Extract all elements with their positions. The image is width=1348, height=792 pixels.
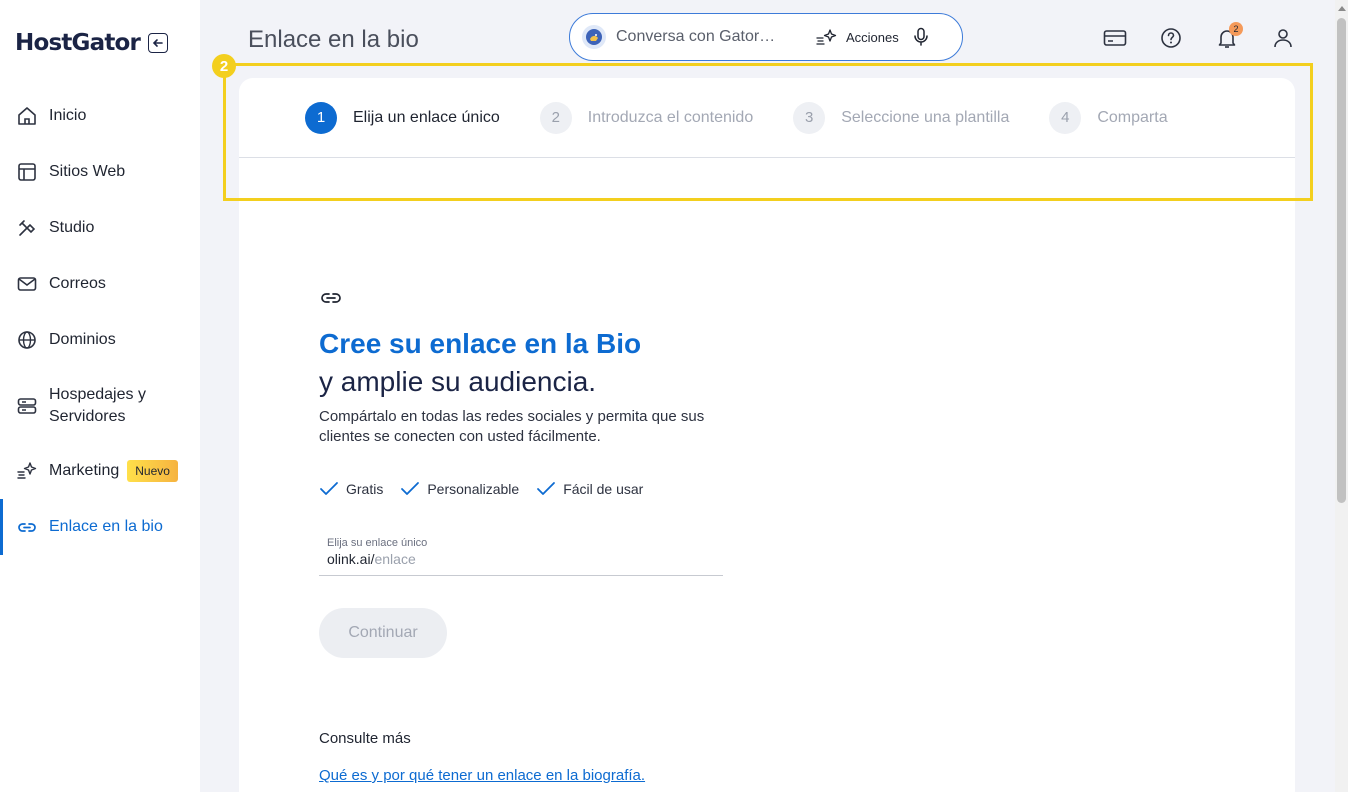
hostgator-logo[interactable]: HostGator (15, 30, 141, 56)
assistant-search-bar[interactable]: Conversa con Gator… Acciones (569, 13, 963, 61)
unique-link-input[interactable]: olink.ai/enlace (327, 551, 723, 567)
more-info-link[interactable]: Qué es y por qué tener un enlace en la b… (319, 767, 749, 784)
billing-card-icon[interactable] (1103, 26, 1127, 50)
sidebar-item-label: Correos (49, 275, 106, 292)
sparkle-icon (816, 29, 837, 45)
link-prefix: olink.ai/ (327, 551, 375, 567)
feature-label: Personalizable (427, 481, 520, 497)
page-scrollbar[interactable] (1335, 0, 1348, 792)
globe-icon (16, 329, 38, 351)
scroll-thumb[interactable] (1337, 18, 1346, 503)
check-icon (401, 482, 420, 495)
more-info-title: Consulte más (319, 730, 411, 747)
server-icon (16, 395, 38, 417)
step-label: Elija un enlace único (353, 108, 500, 126)
unique-link-field[interactable]: Elija su enlace único olink.ai/enlace (319, 537, 723, 576)
sidebar-item-label: Inicio (49, 107, 87, 124)
logo-row: HostGator (15, 28, 169, 58)
mail-icon (16, 273, 38, 295)
notification-count-badge: 2 (1229, 22, 1243, 36)
home-icon (16, 105, 38, 127)
step-label: Comparta (1097, 108, 1168, 126)
step-2[interactable]: 2 Introduzca el contenido (539, 101, 754, 134)
main-content: Cree su enlace en la Bio y amplie su aud… (319, 290, 749, 784)
microphone-icon[interactable] (913, 27, 929, 47)
link-icon (16, 516, 38, 538)
highlight-number-badge: 2 (212, 54, 236, 78)
step-number: 2 (539, 101, 572, 134)
sidebar-item-label: Dominios (49, 331, 116, 348)
sidebar-item-dominios[interactable]: Dominios (0, 312, 200, 368)
sidebar: HostGator Inicio Sitios Web Studio Corre… (0, 0, 200, 792)
studio-icon (16, 217, 38, 239)
step-label: Introduzca el contenido (587, 108, 754, 126)
sidebar-item-label: Studio (49, 219, 95, 236)
step-label: Seleccione una plantilla (841, 108, 1010, 126)
sidebar-item-marketing[interactable]: Marketing Nuevo (0, 443, 200, 499)
link-placeholder: enlace (374, 551, 416, 567)
sidebar-item-label: Marketing (49, 462, 120, 479)
features-list: Gratis Personalizable Fácil de usar (319, 481, 749, 497)
actions-button[interactable]: Acciones (816, 28, 899, 46)
gator-avatar-icon (582, 25, 606, 49)
step-3[interactable]: 3 Seleccione una plantilla (793, 101, 1010, 134)
field-label: Elija su enlace único (327, 537, 428, 549)
sidebar-item-hospedajes[interactable]: Hospedajes y Servidores (0, 368, 200, 443)
stepper: 1 Elija un enlace único 2 Introduzca el … (239, 78, 1295, 158)
feature-label: Gratis (346, 481, 384, 497)
step-4[interactable]: 4 Comparta (1049, 101, 1168, 134)
headline-accent: Cree su enlace en la Bio (319, 328, 642, 359)
sidebar-item-sitios-web[interactable]: Sitios Web (0, 144, 200, 200)
continue-button[interactable]: Continuar (319, 608, 447, 658)
notifications-bell-icon[interactable]: 2 (1215, 22, 1243, 50)
help-icon[interactable] (1159, 26, 1183, 50)
feature-item: Gratis (319, 481, 383, 497)
sidebar-item-label: Hospedajes y Servidores (49, 385, 146, 425)
headline: y amplie su audiencia. (319, 366, 597, 397)
sidebar-item-enlace-bio[interactable]: Enlace en la bio (0, 499, 200, 555)
sidebar-item-studio[interactable]: Studio (0, 200, 200, 256)
check-icon (320, 482, 338, 495)
description: Compártalo en todas las redes sociales y… (319, 408, 705, 445)
step-number: 1 (305, 101, 337, 134)
feature-label: Fácil de usar (563, 481, 644, 497)
scroll-up-arrow-icon[interactable] (1338, 6, 1346, 11)
feature-item: Fácil de usar (536, 481, 643, 497)
check-icon (537, 482, 556, 495)
user-account-icon[interactable] (1271, 26, 1295, 50)
assistant-input[interactable]: Conversa con Gator… (616, 28, 798, 46)
page-title: Enlace en la bio (248, 26, 419, 53)
step-number: 3 (793, 101, 826, 134)
link-icon (319, 290, 749, 311)
sidebar-item-label: Enlace en la bio (49, 518, 163, 535)
feature-item: Personalizable (400, 481, 519, 497)
header-icons: 2 (1103, 22, 1327, 50)
step-number: 4 (1049, 101, 1082, 134)
sidebar-item-inicio[interactable]: Inicio (0, 88, 200, 144)
step-1[interactable]: 1 Elija un enlace único (305, 101, 500, 134)
new-badge: Nuevo (127, 460, 178, 482)
collapse-sidebar-icon[interactable] (148, 33, 169, 53)
layout-icon (16, 161, 38, 183)
sidebar-item-correos[interactable]: Correos (0, 256, 200, 312)
sidebar-item-label: Sitios Web (49, 163, 126, 180)
actions-label: Acciones (846, 29, 899, 45)
sparkle-icon (16, 460, 38, 482)
sidebar-nav: Inicio Sitios Web Studio Correos Dominio… (0, 88, 200, 555)
